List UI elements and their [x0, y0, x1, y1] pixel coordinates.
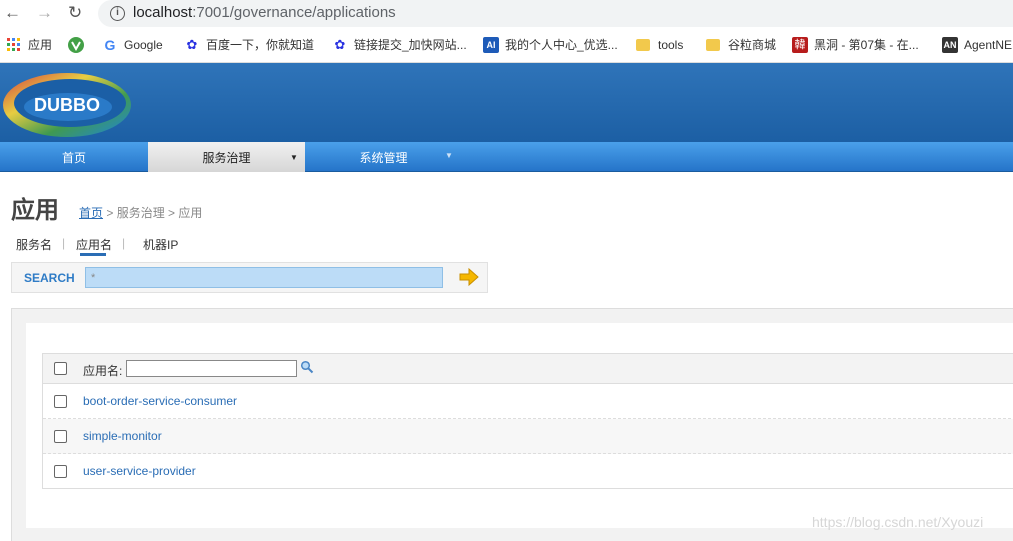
search-label: SEARCH — [24, 271, 75, 285]
nav-system-management[interactable]: 系统管理 ▼ — [305, 142, 462, 172]
row-checkbox[interactable] — [54, 465, 67, 478]
active-tab-indicator — [80, 253, 106, 256]
browser-window: ← → ↻ i localhost:7001/governance/applic… — [0, 0, 1013, 541]
bookmarks-bar: 应用 G Google ✿ 百度一下，你就知道 ✿ 链接提交_加快网站... A… — [0, 27, 1013, 63]
table-row: boot-order-service-consumer — [43, 384, 1013, 419]
breadcrumb-home-link[interactable]: 首页 — [79, 206, 103, 220]
tab-service-name[interactable]: 服务名 — [16, 236, 52, 253]
page-title: 应用 — [11, 197, 59, 224]
breadcrumb: 首页 > 服务治理 > 应用 — [79, 206, 203, 220]
google-g-icon: G — [104, 37, 116, 53]
baidu-paw-icon: ✿ — [334, 37, 346, 52]
table-row: simple-monitor — [43, 419, 1013, 454]
app-link[interactable]: simple-monitor — [83, 429, 162, 443]
korean-icon: 韓 — [792, 37, 808, 53]
app-link[interactable]: user-service-provider — [83, 464, 196, 478]
dubbo-header: DUBBO — [0, 63, 1013, 142]
forward-arrow-icon[interactable]: → — [36, 4, 53, 22]
nav-service-governance[interactable]: 服务治理 ▼ — [148, 142, 305, 172]
svg-text:DUBBO: DUBBO — [34, 95, 100, 115]
nav-home[interactable]: 首页 — [0, 142, 148, 172]
apps-grid-icon — [7, 38, 20, 51]
table-header: 应用名: — [43, 354, 1013, 384]
app-link[interactable]: boot-order-service-consumer — [83, 394, 237, 408]
tab-app-name[interactable]: 应用名 — [76, 236, 112, 253]
header-label: 应用名: — [83, 364, 123, 378]
tab-separator: | — [122, 236, 126, 250]
address-bar-row: ← → ↻ i localhost:7001/governance/applic… — [0, 0, 1013, 27]
arrow-right-icon[interactable] — [457, 266, 481, 288]
search-icon[interactable] — [300, 360, 314, 374]
reload-icon[interactable]: ↻ — [68, 4, 82, 22]
folder-icon — [706, 39, 720, 51]
search-input[interactable] — [85, 267, 443, 288]
row-checkbox[interactable] — [54, 430, 67, 443]
select-all-checkbox[interactable] — [54, 362, 67, 375]
table-row: user-service-provider — [43, 454, 1013, 489]
dubbo-logo: DUBBO — [3, 73, 131, 137]
applications-table: 应用名: boot-order-service-consumer simple-… — [42, 353, 1013, 489]
folder-icon — [636, 39, 650, 51]
green-v-icon — [68, 37, 84, 53]
back-arrow-icon[interactable]: ← — [4, 4, 21, 22]
url-text[interactable]: localhost:7001/governance/applications — [133, 4, 396, 21]
filter-input[interactable] — [126, 360, 297, 377]
row-checkbox[interactable] — [54, 395, 67, 408]
an-icon: AN — [942, 37, 958, 53]
tab-machine-ip[interactable]: 机器IP — [143, 236, 178, 253]
dropdown-arrow-icon: ▼ — [290, 153, 298, 162]
search-bar: SEARCH — [11, 262, 488, 293]
info-icon[interactable]: i — [110, 6, 125, 21]
ai-icon: AI — [483, 37, 499, 53]
tab-separator: | — [62, 236, 66, 250]
dropdown-arrow-icon: ▼ — [445, 151, 453, 160]
main-nav: 首页 服务治理 ▼ 系统管理 ▼ — [0, 142, 1013, 172]
watermark: https://blog.csdn.net/Xyouzi — [812, 514, 984, 530]
baidu-paw-icon: ✿ — [186, 37, 198, 52]
